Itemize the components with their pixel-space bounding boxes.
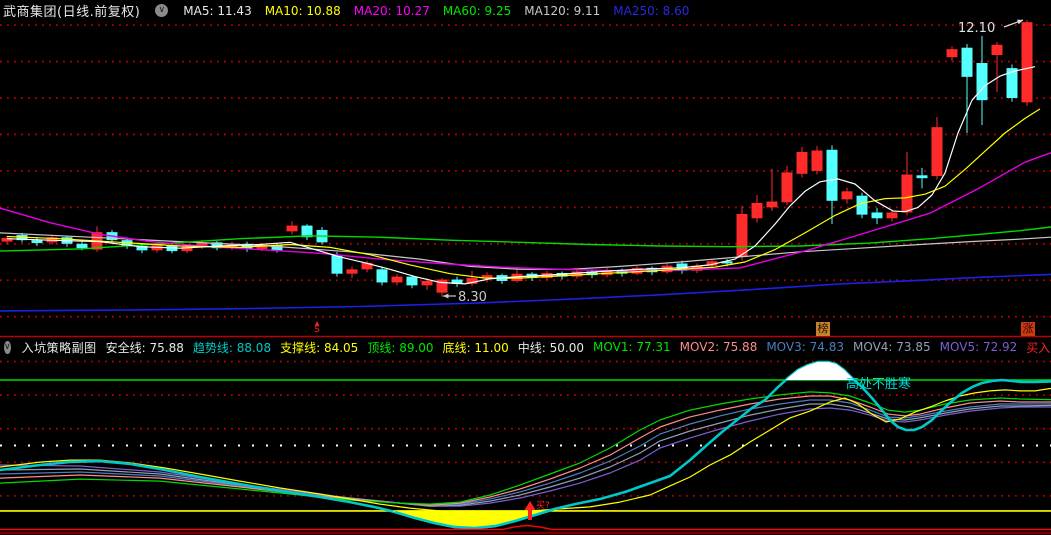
bottom-line-value: 底线11.00 <box>443 339 509 356</box>
ma60-indicator: MA609.25 <box>443 4 511 18</box>
indicator-line-MOV2 <box>0 395 1051 506</box>
ma250-indicator: MA2508.60 <box>613 4 689 18</box>
ma20-indicator: MA2010.27 <box>354 4 430 18</box>
main-chart-header-bar: 武商集团(日线.前复权) ∨ MA511.43 MA1010.88 MA2010… <box>0 0 1051 21</box>
svg-text:买?: 买? <box>536 500 550 511</box>
top-line-value: 顶线89.00 <box>367 339 433 356</box>
safety-line-value: 安全线75.88 <box>106 339 184 356</box>
stock-title: 武商集团(日线.前复权) <box>3 5 141 20</box>
ma5-indicator: MA511.43 <box>183 4 251 18</box>
indicator-title: 入坑策略副图 <box>21 340 97 355</box>
support-line-value: 支撑线84.05 <box>280 339 358 356</box>
trading-app-window: 12.10 8.30 高处不胜寒买? 武商集团(日线.前复权) ∨ MA511.43… <box>0 0 1051 535</box>
buy-signal-line <box>0 524 1051 531</box>
limit-up-badge[interactable]: 涨 <box>1021 322 1035 336</box>
svg-text:8.30: 8.30 <box>458 290 487 305</box>
indicator-header-bar: ∨ 入坑策略副图 安全线75.88 趋势线88.08 支撑线84.05 顶线89… <box>0 339 1051 355</box>
svg-text:12.10: 12.10 <box>958 21 995 36</box>
mid-line-value: 中线50.00 <box>518 339 584 356</box>
ma10-indicator: MA1010.88 <box>265 4 341 18</box>
signal-marker: ▲ S <box>311 320 323 335</box>
main-ma-lines <box>0 66 1051 312</box>
ranking-badge[interactable]: 榜 <box>816 322 830 336</box>
ma-line-MA5 <box>6 66 1036 285</box>
ma120-indicator: MA1209.11 <box>524 4 600 18</box>
mov5-value: MOV572.92 <box>940 340 1018 354</box>
buy-value: 买入0.00 <box>1026 339 1051 356</box>
chevron-down-icon[interactable]: ∨ <box>4 340 11 354</box>
indicator-line-MOV3 <box>0 399 1051 506</box>
mov2-value: MOV275.88 <box>680 340 758 354</box>
mov4-value: MOV473.85 <box>853 340 931 354</box>
chevron-down-icon[interactable]: ∨ <box>155 4 169 17</box>
ma-line-MA120 <box>0 232 1051 270</box>
main-candles <box>1 20 1033 298</box>
mov1-value: MOV177.31 <box>593 340 671 354</box>
sub-horizontal-lines <box>0 379 1051 535</box>
svg-text:高处不胜寒: 高处不胜寒 <box>846 376 911 392</box>
stock-chart-canvas[interactable]: 12.10 8.30 高处不胜寒买? <box>0 0 1051 535</box>
mov3-value: MOV374.83 <box>766 340 844 354</box>
main-grid <box>0 24 1051 318</box>
trend-line-value: 趋势线88.08 <box>193 339 271 356</box>
